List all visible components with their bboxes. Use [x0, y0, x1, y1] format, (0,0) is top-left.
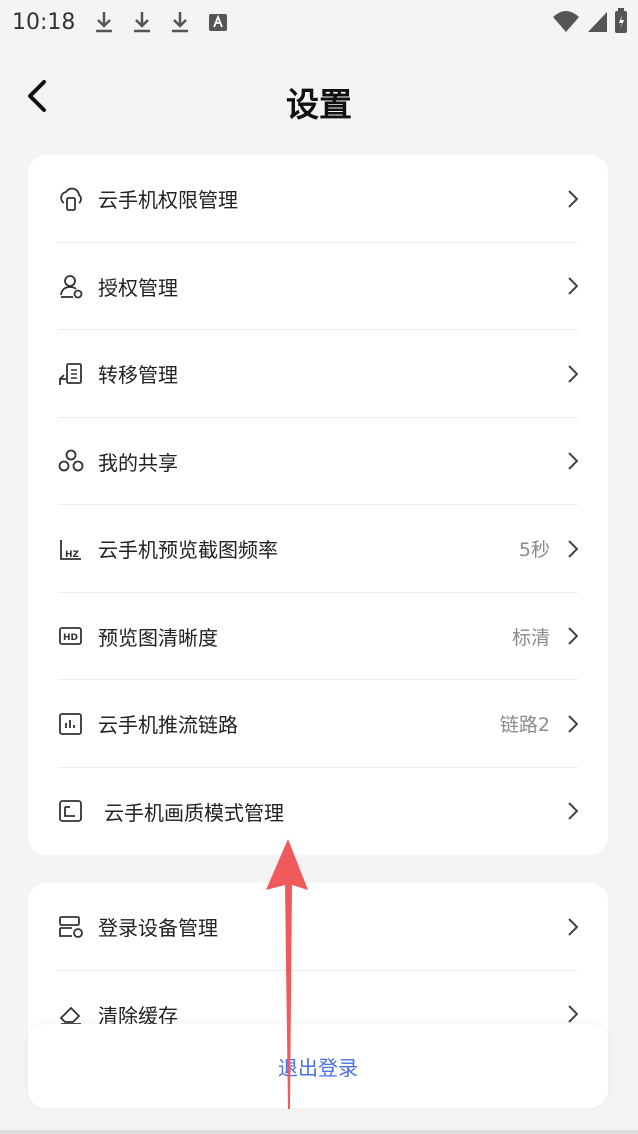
logout-button[interactable]: 退出登录 [278, 1052, 358, 1081]
row-value: 链路2 [499, 714, 550, 737]
bottom-divider [0, 1130, 638, 1134]
status-notification-icons [93, 10, 229, 34]
battery-icon [615, 8, 627, 33]
download-icon [96, 12, 113, 33]
row-label: 登录设备管理 [98, 916, 218, 941]
row-stream-link[interactable]: 云手机推流链路 链路2 [28, 680, 608, 768]
row-label: 我的共享 [98, 450, 178, 475]
row-label: 授权管理 [98, 275, 178, 300]
svg-text:HD: HD [63, 633, 78, 643]
download-icon [134, 12, 151, 33]
row-cloud-phone-permission[interactable]: 云手机权限管理 [28, 155, 608, 243]
chevron-right-icon [568, 627, 579, 645]
chevron-right-icon [568, 365, 579, 383]
chevron-right-icon [568, 540, 579, 558]
hz-frequency-icon: HZ [60, 539, 81, 560]
row-preview-clarity[interactable]: HD 预览图清晰度 标清 [28, 593, 608, 681]
chevron-right-icon [568, 715, 579, 733]
authorize-icon [60, 275, 83, 299]
page-title: 设置 [286, 85, 352, 124]
chevron-right-icon [568, 802, 579, 820]
quality-mode-icon [59, 800, 82, 823]
svg-text:HZ: HZ [65, 550, 80, 560]
download-icon [172, 12, 189, 33]
cloud-phone-icon [60, 187, 82, 211]
row-transfer[interactable]: 转移管理 [28, 330, 608, 418]
settings-card-main: 云手机权限管理 授权管理 转移管理 我的共享 HZ 云手机预览截图频率 5秒 H… [28, 155, 608, 855]
row-login-devices[interactable]: 登录设备管理 [28, 883, 608, 971]
row-authorization[interactable]: 授权管理 [28, 243, 608, 331]
app-notification-icon [209, 14, 228, 31]
row-label: 云手机画质模式管理 [104, 800, 284, 825]
chevron-right-icon [568, 452, 579, 470]
row-label: 云手机预览截图频率 [98, 538, 278, 563]
chevron-right-icon [568, 277, 579, 295]
stream-link-icon [59, 712, 82, 735]
wifi-icon [553, 11, 579, 32]
signal-icon [588, 12, 607, 32]
login-device-icon [59, 915, 83, 938]
status-time: 10:18 [12, 9, 76, 35]
header: 设置 [0, 62, 638, 132]
row-value: 5秒 [518, 539, 550, 562]
transfer-icon [59, 362, 82, 385]
row-value: 标清 [511, 626, 550, 649]
chevron-right-icon [568, 918, 579, 936]
row-label: 云手机推流链路 [98, 713, 238, 738]
row-label: 预览图清晰度 [98, 625, 218, 650]
chevron-right-icon [568, 1005, 579, 1023]
row-my-share[interactable]: 我的共享 [28, 418, 608, 506]
logout-card: 退出登录 [28, 1024, 608, 1108]
status-system-icons [552, 8, 628, 34]
hd-icon: HD [59, 627, 82, 646]
chevron-right-icon [568, 190, 579, 208]
row-quality-mode[interactable]: 云手机画质模式管理 [28, 768, 608, 856]
status-bar: 10:18 [0, 0, 638, 44]
share-icon [58, 449, 84, 472]
row-label: 转移管理 [98, 363, 178, 388]
row-label: 云手机权限管理 [98, 188, 238, 213]
row-preview-frequency[interactable]: HZ 云手机预览截图频率 5秒 [28, 505, 608, 593]
